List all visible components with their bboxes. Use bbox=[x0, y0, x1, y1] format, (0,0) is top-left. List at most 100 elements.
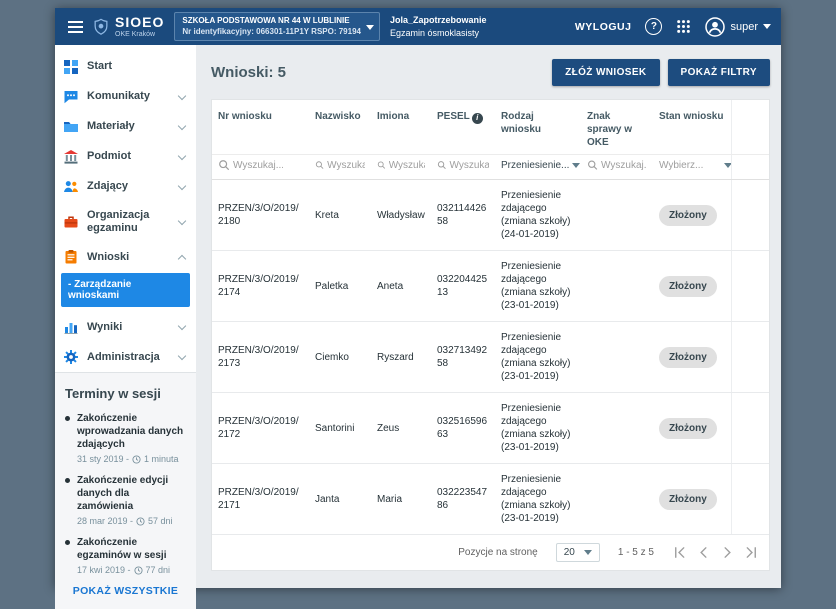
search-icon bbox=[437, 161, 446, 170]
school-name: SZKOŁA PODSTAWOWA NR 44 W LUBLINIE bbox=[182, 16, 350, 26]
cell-znak bbox=[581, 463, 653, 535]
status-badge: Złożony bbox=[659, 275, 717, 297]
menu-icon[interactable] bbox=[68, 20, 83, 33]
filter-nr-cell bbox=[212, 154, 309, 180]
term-item: Zakończenie edycji danych dla zamówienia… bbox=[65, 474, 186, 526]
search-icon bbox=[315, 161, 324, 169]
col-stan-wniosku[interactable]: Stan wniosku bbox=[653, 100, 731, 155]
cell-extra bbox=[730, 321, 769, 393]
terms-title: Terminy w sesji bbox=[65, 386, 161, 402]
col-extra bbox=[730, 100, 769, 155]
term-title: Zakończenie edycji danych dla zamówienia bbox=[77, 475, 169, 513]
search-icon bbox=[377, 161, 386, 169]
sidebar-item-wyniki[interactable]: Wyniki bbox=[55, 312, 196, 342]
prev-page-icon[interactable] bbox=[696, 545, 711, 560]
cell-znak bbox=[581, 392, 653, 464]
show-filters-button[interactable]: POKAŻ FILTRY bbox=[667, 59, 770, 86]
user-menu[interactable]: super bbox=[705, 16, 771, 37]
next-page-icon[interactable] bbox=[720, 545, 735, 560]
table-row[interactable]: PRZEN/3/O/2019/2172 Santorini Zeus 03251… bbox=[212, 392, 769, 464]
per-page-select[interactable]: 20 bbox=[555, 543, 600, 562]
term-date: 17 kwi 2019 - 77 dni bbox=[77, 565, 171, 576]
table-row[interactable]: PRZEN/3/O/2019/2174 Paletka Aneta 032204… bbox=[212, 250, 769, 322]
chevron-down-icon[interactable] bbox=[572, 162, 581, 168]
filter-imiona-input[interactable] bbox=[388, 159, 425, 171]
filter-stan-cell: Wybierz... bbox=[653, 154, 731, 180]
chevron-down-icon[interactable] bbox=[724, 162, 731, 168]
show-all-link[interactable]: POKAŻ WSZYSTKIE bbox=[65, 585, 186, 597]
cell-rodzaj: Przeniesienie zdającego (zmiana szkoły) … bbox=[495, 463, 581, 535]
last-page-icon[interactable] bbox=[744, 545, 759, 560]
cell-nazwisko: Kreta bbox=[309, 179, 371, 251]
cell-pesel: 03222354786 bbox=[431, 463, 495, 535]
clock-icon bbox=[136, 517, 145, 526]
cell-imiona: Maria bbox=[371, 463, 431, 535]
cell-nazwisko: Janta bbox=[309, 463, 371, 535]
sioeo-logo-icon bbox=[94, 18, 108, 35]
filter-rodzaj-select[interactable]: Przeniesienie... bbox=[501, 160, 569, 171]
term-date: 28 mar 2019 - 57 dni bbox=[77, 516, 173, 527]
chat-icon bbox=[63, 89, 79, 105]
filter-nazwisko-input[interactable] bbox=[327, 159, 365, 171]
screen: SIOEO OKE Kraków SZKOŁA PODSTAWOWA NR 44… bbox=[0, 0, 836, 609]
bullet-icon bbox=[65, 416, 70, 422]
sidebar-item-organizacja-egzaminu[interactable]: Organizacja egzaminu bbox=[55, 202, 196, 242]
sidebar-item-zdajacy[interactable]: Zdający bbox=[55, 172, 196, 202]
filter-imiona-cell bbox=[371, 154, 431, 180]
sidebar: Start Komunikaty Materiały Podmiot Zdają… bbox=[55, 45, 196, 609]
col-nazwisko[interactable]: Nazwisko bbox=[309, 100, 371, 155]
chevron-down-icon bbox=[177, 121, 187, 130]
first-page-icon[interactable] bbox=[672, 545, 687, 560]
sidebar-item-zarzadzanie-wnioskami[interactable]: - Zarządzanie wnioskami bbox=[61, 273, 190, 308]
sidebar-item-wnioski[interactable]: Wnioski bbox=[55, 242, 196, 272]
page-range: 1 - 5 z 5 bbox=[617, 547, 654, 558]
cell-imiona: Władysław bbox=[371, 179, 431, 251]
chart-icon bbox=[63, 319, 79, 335]
sidebar-item-administracja[interactable]: Administracja bbox=[55, 342, 196, 372]
filter-stan-select[interactable]: Wybierz... bbox=[659, 160, 703, 171]
term-title: Zakończenie egzaminów w sesji bbox=[77, 537, 167, 562]
submit-request-button[interactable]: ZŁÓŻ WNIOSEK bbox=[552, 59, 660, 86]
filter-pesel-input[interactable] bbox=[449, 159, 489, 171]
cell-stan: Złożony bbox=[653, 250, 731, 322]
search-icon bbox=[219, 160, 230, 171]
clock-icon bbox=[132, 455, 141, 464]
term-item: Zakończenie wprowadzania danych zdającyc… bbox=[65, 412, 186, 464]
filter-znak-input[interactable] bbox=[601, 159, 647, 171]
app-window: SIOEO OKE Kraków SZKOŁA PODSTAWOWA NR 44… bbox=[55, 8, 781, 609]
pagination-bar: Pozycje na stronę 20 1 - 5 z 5 bbox=[212, 535, 769, 570]
page-title: Wnioski: 5 bbox=[211, 64, 287, 81]
logout-button[interactable]: WYLOGUJ bbox=[575, 21, 632, 33]
term-date: 31 sty 2019 - 1 minuta bbox=[77, 454, 179, 465]
table-row[interactable]: PRZEN/3/O/2019/2171 Janta Maria 03222354… bbox=[212, 463, 769, 535]
filter-nr-input[interactable] bbox=[233, 159, 283, 171]
help-icon[interactable]: ? bbox=[645, 18, 663, 35]
sidebar-item-start[interactable]: Start bbox=[55, 52, 196, 82]
chevron-down-icon bbox=[177, 151, 187, 160]
building-icon bbox=[63, 149, 79, 165]
col-znak-sprawy[interactable]: Znak sprawy w OKE bbox=[581, 100, 653, 155]
col-nr-wniosku[interactable]: Nr wniosku bbox=[212, 100, 309, 155]
sidebar-item-komunikaty[interactable]: Komunikaty bbox=[55, 82, 196, 112]
school-selector[interactable]: SZKOŁA PODSTAWOWA NR 44 W LUBLINIE Nr id… bbox=[174, 12, 380, 41]
sidebar-item-podmiot[interactable]: Podmiot bbox=[55, 142, 196, 172]
search-icon bbox=[588, 160, 598, 170]
cell-nr-wniosku: PRZEN/3/O/2019/2171 bbox=[212, 463, 309, 535]
cell-pesel: 03220442513 bbox=[431, 250, 495, 322]
sidebar-item-materialy[interactable]: Materiały bbox=[55, 112, 196, 142]
col-rodzaj-wniosku[interactable]: Rodzaj wniosku bbox=[495, 100, 581, 155]
status-badge: Złożony bbox=[659, 204, 717, 226]
info-icon[interactable]: i bbox=[471, 112, 483, 124]
clock-icon bbox=[133, 566, 143, 575]
cell-pesel: 03211442658 bbox=[431, 179, 495, 251]
col-imiona[interactable]: Imiona bbox=[371, 100, 431, 155]
table-row[interactable]: PRZEN/3/O/2019/2173 Ciemko Ryszard 03271… bbox=[212, 321, 769, 393]
bullet-icon bbox=[65, 540, 70, 546]
filter-rodzaj-cell: Przeniesienie... × bbox=[495, 154, 581, 180]
apps-grid-icon[interactable] bbox=[676, 19, 691, 34]
cell-nr-wniosku: PRZEN/3/O/2019/2173 bbox=[212, 321, 309, 393]
cell-znak bbox=[581, 250, 653, 322]
table-row[interactable]: PRZEN/3/O/2019/2180 Kreta Władysław 0321… bbox=[212, 179, 769, 251]
col-pesel[interactable]: PESEL i bbox=[431, 100, 495, 155]
term-title: Zakończenie wprowadzania danych zdającyc… bbox=[77, 413, 184, 451]
